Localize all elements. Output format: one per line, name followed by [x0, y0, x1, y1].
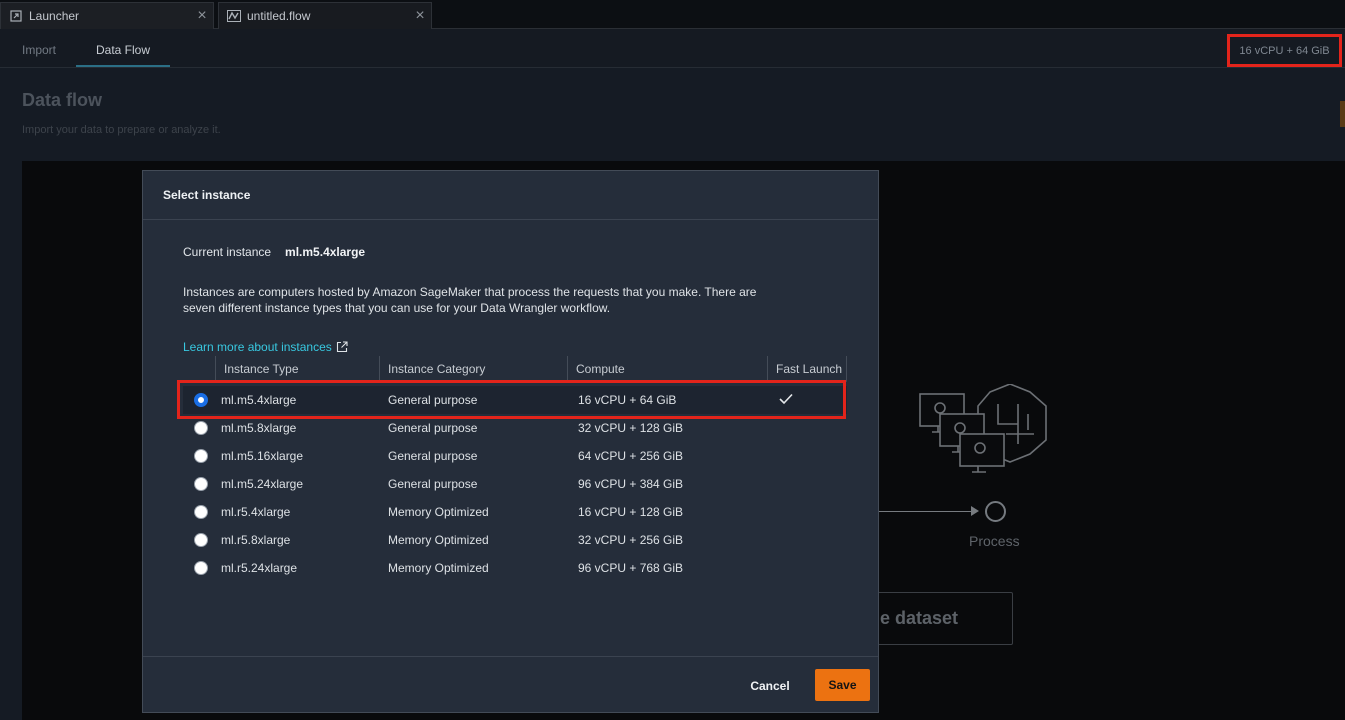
table-row[interactable]: ml.r5.4xlarge Memory Optimized 16 vCPU +…	[183, 498, 847, 526]
instance-category: Memory Optimized	[388, 505, 489, 519]
page-subtitle: Import your data to prepare or analyze i…	[22, 124, 221, 136]
instance-type: ml.r5.8xlarge	[221, 533, 291, 547]
instance-category: General purpose	[388, 393, 478, 407]
learn-more-label: Learn more about instances	[183, 340, 332, 354]
instance-type: ml.r5.24xlarge	[221, 561, 298, 575]
tab-label: Launcher	[29, 9, 80, 23]
tab-untitled-flow[interactable]: untitled.flow ×	[218, 2, 432, 29]
process-illustration-icon	[918, 383, 1050, 481]
instance-compute: 96 vCPU + 768 GiB	[578, 561, 684, 575]
flow-icon	[227, 9, 241, 23]
instance-category: Memory Optimized	[388, 533, 489, 547]
instance-type: ml.m5.24xlarge	[221, 477, 304, 491]
editor-tab-strip: Launcher × untitled.flow ×	[0, 0, 1345, 29]
instance-category: Memory Optimized	[388, 561, 489, 575]
process-label: Process	[969, 533, 1020, 549]
process-node	[985, 501, 1006, 522]
table-row[interactable]: ml.r5.24xlarge Memory Optimized 96 vCPU …	[183, 554, 847, 582]
column-header: Fast Launch	[767, 356, 847, 381]
tab-import[interactable]: Import	[22, 43, 56, 57]
current-instance-label: Current instance	[183, 245, 272, 259]
external-link-icon	[336, 341, 348, 353]
save-button[interactable]: Save	[815, 669, 870, 701]
sample-dataset-label: le dataset	[875, 608, 959, 628]
column-header: Instance Category	[379, 356, 567, 381]
arrow-icon	[971, 506, 979, 516]
radio-button[interactable]	[194, 505, 208, 519]
radio-button[interactable]	[194, 477, 208, 491]
cancel-button[interactable]: Cancel	[743, 670, 797, 702]
page-title: Data flow	[22, 90, 103, 110]
instance-compute: 32 vCPU + 128 GiB	[578, 421, 684, 435]
side-accent	[1340, 101, 1345, 127]
subtab-bar: Import Data Flow 16 vCPU + 64 GiB	[0, 29, 1345, 68]
instance-type: ml.m5.4xlarge	[221, 393, 297, 407]
learn-more-link[interactable]: Learn more about instances	[183, 340, 348, 354]
radio-selected[interactable]	[194, 393, 208, 407]
dialog-footer: Cancel Save	[143, 656, 878, 712]
flow-connector	[878, 511, 976, 512]
radio-button[interactable]	[194, 449, 208, 463]
instance-category: General purpose	[388, 421, 478, 435]
close-icon[interactable]: ×	[409, 7, 431, 25]
table-row[interactable]: ml.m5.8xlarge General purpose 32 vCPU + …	[183, 414, 847, 442]
instance-type: ml.m5.8xlarge	[221, 421, 297, 435]
check-icon	[779, 393, 793, 408]
table-row[interactable]: ml.m5.24xlarge General purpose 96 vCPU +…	[183, 470, 847, 498]
tab-data-flow[interactable]: Data Flow	[96, 43, 150, 57]
radio-button[interactable]	[194, 421, 208, 435]
instances-description: Instances are computers hosted by Amazon…	[183, 285, 757, 315]
active-tab-indicator	[76, 65, 170, 67]
instance-compute-button[interactable]: 16 vCPU + 64 GiB	[1227, 34, 1342, 67]
current-instance: Current instance ml.m5.4xlarge	[183, 245, 365, 259]
instance-category: General purpose	[388, 449, 478, 463]
dialog-title: Select instance	[143, 171, 878, 220]
instance-compute: 16 vCPU + 64 GiB	[578, 393, 677, 407]
table-row[interactable]: ml.m5.16xlarge General purpose 64 vCPU +…	[183, 442, 847, 470]
table-row[interactable]: ml.r5.8xlarge Memory Optimized 32 vCPU +…	[183, 526, 847, 554]
instance-type: ml.m5.16xlarge	[221, 449, 304, 463]
instance-table-header: Instance Type Instance Category Compute …	[215, 356, 847, 382]
column-header: Instance Type	[215, 356, 379, 381]
instance-category: General purpose	[388, 477, 478, 491]
radio-button[interactable]	[194, 561, 208, 575]
tab-label: untitled.flow	[247, 9, 311, 23]
instance-table: ml.m5.4xlarge General purpose 16 vCPU + …	[183, 386, 847, 582]
current-instance-value: ml.m5.4xlarge	[285, 245, 366, 259]
tab-launcher[interactable]: Launcher ×	[0, 2, 214, 29]
close-icon[interactable]: ×	[191, 7, 213, 25]
instance-compute: 96 vCPU + 384 GiB	[578, 477, 684, 491]
select-instance-dialog: Select instance Current instance ml.m5.4x…	[142, 170, 879, 713]
instance-compute: 32 vCPU + 256 GiB	[578, 533, 684, 547]
instance-type: ml.r5.4xlarge	[221, 505, 291, 519]
table-row[interactable]: ml.m5.4xlarge General purpose 16 vCPU + …	[183, 386, 847, 414]
radio-button[interactable]	[194, 533, 208, 547]
instance-compute: 16 vCPU + 128 GiB	[578, 505, 684, 519]
column-header: Compute	[567, 356, 767, 381]
launcher-icon	[9, 9, 23, 23]
instance-compute: 64 vCPU + 256 GiB	[578, 449, 684, 463]
